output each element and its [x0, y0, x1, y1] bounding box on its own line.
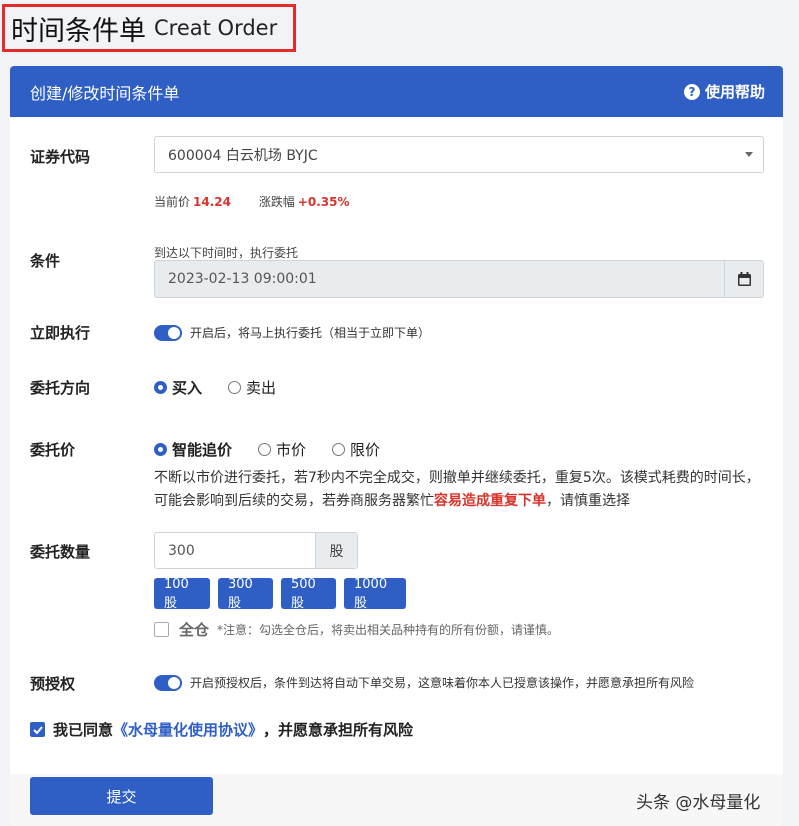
datetime-field[interactable]: 2023-02-13 09:00:01 [154, 260, 764, 298]
preauth-label: 预授权 [30, 675, 76, 693]
calendar-button[interactable] [724, 261, 763, 297]
price-limit-label: 限价 [350, 441, 381, 459]
immediate-toggle[interactable] [154, 324, 182, 341]
agreement-checkbox[interactable] [30, 722, 45, 737]
direction-buy-label: 买入 [172, 379, 203, 397]
full-position-note: *注意：勾选全仓后，将卖出相关品种持有的所有份额，请谨慎。 [217, 623, 560, 637]
security-select[interactable]: 600004 白云机场 BYJC [154, 136, 764, 173]
agreement-link[interactable]: 《水母量化使用协议》 [113, 719, 263, 740]
preauth-text: 开启预授权后，条件到达将自动下单交易，这意味着你本人已授意该操作，并愿意承担所有… [190, 676, 695, 690]
qty-100-button[interactable]: 100股 [154, 577, 210, 611]
watermark-text: 头条 @水母量化 [636, 793, 761, 813]
radio-dot [154, 381, 167, 394]
card-header: 创建/修改时间条件单 ? 使用帮助 [10, 66, 783, 117]
security-label: 证券代码 [30, 148, 91, 166]
help-label: 使用帮助 [704, 83, 765, 101]
quantity-value: 300 [168, 542, 195, 559]
quantity-input[interactable]: 300 股 [154, 532, 358, 569]
price-market-label: 市价 [276, 441, 307, 459]
calendar-icon [737, 272, 751, 286]
condition-label: 条件 [30, 252, 61, 270]
page-title: 时间条件单 Creat Order [2, 4, 296, 52]
price-market-radio[interactable]: 市价 [258, 439, 306, 460]
price-type-radio-group: 智能追价 市价 限价 [154, 439, 406, 460]
preauth-toggle-row: 开启预授权后，条件到达将自动下单交易，这意味着你本人已授意该操作，并愿意承担所有… [154, 674, 694, 691]
direction-label: 委托方向 [30, 379, 91, 397]
caret-down-icon [745, 152, 753, 157]
agreement-row: 我已同意 《水母量化使用协议》 ，并愿意承担所有风险 [30, 719, 413, 740]
full-position-row: 全仓 *注意：勾选全仓后，将卖出相关品种持有的所有份额，请谨慎。 [154, 619, 559, 640]
price-label: 当前价 [154, 195, 191, 209]
radio-dot [332, 443, 346, 456]
page-title-zh: 时间条件单 [11, 15, 146, 47]
submit-button[interactable]: 提交 [30, 777, 213, 815]
card-title: 创建/修改时间条件单 [30, 83, 180, 103]
change-value: +0.35% [297, 195, 350, 209]
desc-part-2: ，请慎重选择 [546, 493, 630, 509]
price-smart-label: 智能追价 [172, 441, 233, 459]
price-limit-radio[interactable]: 限价 [332, 439, 380, 460]
price-type-description: 不断以市价进行委托，若7秒内不完全成交，则撤单并继续委托，重复5次。该模式耗费的… [154, 467, 766, 531]
page-title-en: Creat Order [154, 16, 278, 40]
quick-quantity-buttons: 100股 300股 500股 1000股 [154, 577, 414, 611]
price-smart-radio[interactable]: 智能追价 [154, 439, 232, 460]
immediate-text: 开启后，将马上执行委托（相当于立即下单） [190, 326, 431, 340]
condition-hint: 到达以下时间时，执行委托 [154, 246, 299, 260]
radio-dot [228, 381, 242, 394]
qty-1000-button[interactable]: 1000股 [344, 577, 406, 611]
question-circle-icon: ? [683, 83, 700, 100]
qty-300-button[interactable]: 300股 [218, 577, 273, 611]
security-selected-value: 600004 白云机场 BYJC [168, 147, 318, 164]
full-position-label: 全仓 [179, 621, 210, 639]
immediate-label: 立即执行 [30, 324, 91, 342]
agreement-prefix: 我已同意 [53, 721, 114, 739]
desc-warning: 容易造成重复下单 [434, 493, 546, 509]
datetime-value: 2023-02-13 09:00:01 [168, 271, 317, 287]
immediate-toggle-row: 开启后，将马上执行委托（相当于立即下单） [154, 324, 430, 341]
price-type-label: 委托价 [30, 441, 76, 459]
current-price: 14.24 [193, 195, 231, 209]
direction-sell-label: 卖出 [246, 379, 277, 397]
change-label: 涨跌幅 [258, 195, 295, 209]
direction-radio-group: 买入 卖出 [154, 377, 302, 398]
order-form-card: 创建/修改时间条件单 ? 使用帮助 证券代码 600004 白云机场 BYJC … [10, 66, 783, 826]
direction-sell-radio[interactable]: 卖出 [228, 377, 276, 398]
radio-dot [154, 443, 167, 456]
check-icon [32, 725, 43, 734]
radio-dot [258, 443, 272, 456]
full-position-checkbox[interactable] [154, 622, 169, 637]
qty-500-button[interactable]: 500股 [281, 577, 336, 611]
help-link[interactable]: ? 使用帮助 [683, 81, 765, 102]
agreement-suffix: ，并愿意承担所有风险 [263, 721, 414, 739]
preauth-toggle[interactable] [154, 674, 182, 691]
quantity-unit: 股 [315, 533, 357, 568]
quantity-label: 委托数量 [30, 543, 91, 561]
quote-info: 当前价 14.24 涨跌幅 +0.35% [154, 193, 350, 210]
direction-buy-radio[interactable]: 买入 [154, 377, 202, 398]
